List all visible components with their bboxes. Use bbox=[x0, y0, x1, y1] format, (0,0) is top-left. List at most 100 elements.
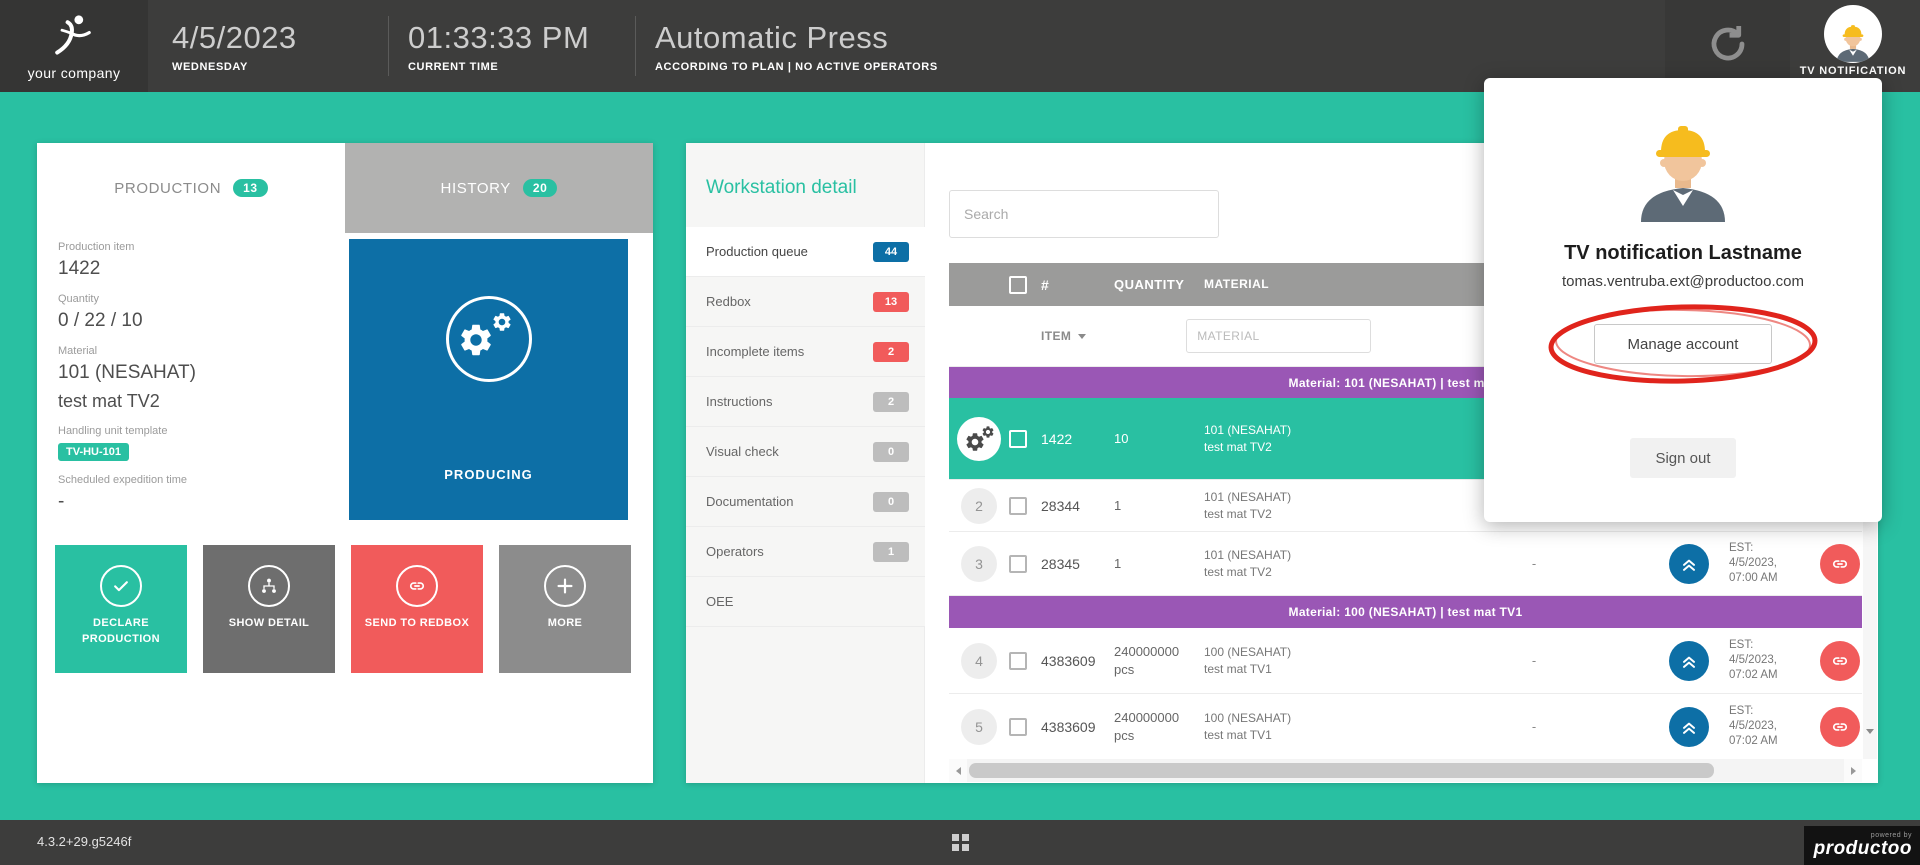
select-all-checkbox[interactable] bbox=[1009, 276, 1027, 294]
horizontal-scroll-thumb[interactable] bbox=[969, 763, 1714, 778]
item-filter-label: ITEM bbox=[1041, 329, 1071, 343]
double-chevron-up-icon bbox=[1679, 554, 1699, 574]
link-icon bbox=[1830, 717, 1850, 737]
apps-grid-icon[interactable] bbox=[952, 834, 969, 856]
scroll-left-button[interactable] bbox=[949, 759, 967, 782]
account-name: TV notification Lastname bbox=[1564, 242, 1802, 265]
sign-out-button[interactable]: Sign out bbox=[1630, 438, 1736, 478]
hierarchy-icon bbox=[248, 565, 290, 607]
more-button[interactable]: MORE bbox=[499, 545, 631, 673]
sidebar-item-label: Instructions bbox=[706, 394, 772, 409]
send-to-redbox-row-button[interactable] bbox=[1820, 544, 1860, 584]
sidebar-item-documentation[interactable]: Documentation 0 bbox=[686, 477, 925, 527]
row-empty-value: - bbox=[1419, 556, 1649, 571]
row-material-code: 100 (NESAHAT) bbox=[1204, 710, 1419, 727]
row-item-number: 4383609 bbox=[1041, 719, 1114, 735]
row-quantity: 1 bbox=[1114, 555, 1204, 573]
move-to-top-button[interactable] bbox=[1669, 544, 1709, 584]
handling-unit-badge: TV-HU-101 bbox=[58, 443, 129, 461]
app-root: your company 4/5/2023 WEDNESDAY 01:33:33… bbox=[0, 0, 1920, 865]
worker-avatar-icon bbox=[1830, 21, 1876, 63]
instructions-badge: 2 bbox=[873, 392, 909, 412]
row-material-code: 100 (NESAHAT) bbox=[1204, 644, 1419, 661]
double-chevron-up-icon bbox=[1679, 717, 1699, 737]
tab-history-label: HISTORY bbox=[441, 180, 511, 197]
sidebar-item-label: Operators bbox=[706, 544, 764, 559]
account-email: tomas.ventruba.ext@productoo.com bbox=[1562, 273, 1804, 290]
sidebar-item-production-queue[interactable]: Production queue 44 bbox=[686, 227, 925, 277]
row-quantity: 1 bbox=[1114, 497, 1204, 515]
row-order-badge: 2 bbox=[961, 488, 997, 524]
tab-production[interactable]: PRODUCTION 13 bbox=[37, 143, 345, 233]
queue-row[interactable]: 4 4383609 240000000 pcs 100 (NESAHAT) te… bbox=[949, 628, 1862, 694]
move-to-top-button[interactable] bbox=[1669, 641, 1709, 681]
declare-production-button[interactable]: DECLARE PRODUCTION bbox=[55, 545, 187, 673]
tab-production-label: PRODUCTION bbox=[114, 180, 221, 197]
send-to-redbox-button[interactable]: SEND TO REDBOX bbox=[351, 545, 483, 673]
row-checkbox[interactable] bbox=[1009, 430, 1027, 448]
tab-history-count: 20 bbox=[523, 179, 558, 197]
material-group-label: Material: 100 (NESAHAT) | test mat TV1 bbox=[1289, 605, 1523, 619]
incomplete-items-badge: 2 bbox=[873, 342, 909, 362]
sidebar-item-visual-check[interactable]: Visual check 0 bbox=[686, 427, 925, 477]
sidebar-item-label: Documentation bbox=[706, 494, 793, 509]
row-material: 101 (NESAHAT) test mat TV2 bbox=[1204, 547, 1419, 581]
scroll-right-button[interactable] bbox=[1844, 759, 1862, 782]
production-info: Production item 1422 Quantity 0 / 22 / 1… bbox=[58, 241, 338, 513]
redbox-badge: 13 bbox=[873, 292, 909, 312]
send-to-redbox-row-button[interactable] bbox=[1820, 641, 1860, 681]
company-logo-text: your company bbox=[28, 65, 121, 81]
double-chevron-up-icon bbox=[1679, 651, 1699, 671]
sidebar-item-redbox[interactable]: Redbox 13 bbox=[686, 277, 925, 327]
triangle-left-icon bbox=[956, 767, 961, 775]
horizontal-scroll-track[interactable] bbox=[967, 759, 1844, 782]
row-material-name: test mat TV1 bbox=[1204, 661, 1419, 678]
manage-account-button[interactable]: Manage account bbox=[1594, 324, 1772, 364]
horizontal-scrollbar[interactable] bbox=[949, 759, 1862, 782]
sidebar-item-oee[interactable]: OEE bbox=[686, 577, 925, 627]
plus-icon bbox=[544, 565, 586, 607]
move-to-top-button[interactable] bbox=[1669, 707, 1709, 747]
productoo-brand: productoo bbox=[1814, 839, 1912, 858]
row-material-name: test mat TV2 bbox=[1204, 439, 1419, 456]
quantity-label: Quantity bbox=[58, 293, 338, 305]
row-checkbox[interactable] bbox=[1009, 652, 1027, 670]
row-material: 101 (NESAHAT) test mat TV2 bbox=[1204, 489, 1419, 523]
show-detail-button[interactable]: SHOW DETAIL bbox=[203, 545, 335, 673]
row-empty-value: - bbox=[1419, 653, 1649, 668]
material-filter-input[interactable] bbox=[1186, 319, 1371, 353]
queue-row[interactable]: 5 4383609 240000000 pcs 100 (NESAHAT) te… bbox=[949, 694, 1862, 760]
material-code: 101 (NESAHAT) bbox=[58, 362, 338, 384]
row-checkbox[interactable] bbox=[1009, 497, 1027, 515]
column-number: # bbox=[1041, 277, 1114, 293]
sidebar-item-incomplete-items[interactable]: Incomplete items 2 bbox=[686, 327, 925, 377]
send-to-redbox-row-button[interactable] bbox=[1820, 707, 1860, 747]
more-label: MORE bbox=[512, 616, 618, 632]
row-checkbox[interactable] bbox=[1009, 718, 1027, 736]
production-item-label: Production item bbox=[58, 241, 338, 253]
documentation-badge: 0 bbox=[873, 492, 909, 512]
user-avatar-button[interactable] bbox=[1824, 5, 1882, 63]
row-empty-value: - bbox=[1419, 719, 1649, 734]
header-divider bbox=[635, 16, 636, 76]
production-actions: DECLARE PRODUCTION SHOW DETAIL SEND TO R… bbox=[55, 545, 631, 673]
handling-unit-label: Handling unit template bbox=[58, 425, 338, 437]
row-item-number: 1422 bbox=[1041, 431, 1114, 447]
search-input[interactable] bbox=[949, 190, 1219, 238]
sidebar-item-operators[interactable]: Operators 1 bbox=[686, 527, 925, 577]
row-quantity: 240000000 pcs bbox=[1114, 709, 1204, 744]
row-material: 101 (NESAHAT) test mat TV2 bbox=[1204, 422, 1419, 456]
time-block: 01:33:33 PM CURRENT TIME bbox=[408, 0, 589, 92]
item-filter-dropdown[interactable]: ITEM bbox=[1041, 329, 1086, 343]
row-quantity: 10 bbox=[1114, 430, 1204, 448]
scroll-down-button[interactable] bbox=[1866, 734, 1874, 752]
operators-badge: 1 bbox=[873, 542, 909, 562]
queue-row[interactable]: 3 28345 1 101 (NESAHAT) test mat TV2 - bbox=[949, 532, 1862, 596]
material-label: Material bbox=[58, 345, 338, 357]
column-material: MATERIAL bbox=[1204, 276, 1419, 293]
link-icon bbox=[1830, 554, 1850, 574]
row-checkbox[interactable] bbox=[1009, 555, 1027, 573]
sidebar-item-instructions[interactable]: Instructions 2 bbox=[686, 377, 925, 427]
tab-history[interactable]: HISTORY 20 bbox=[345, 143, 653, 233]
company-logo: your company bbox=[0, 0, 148, 92]
